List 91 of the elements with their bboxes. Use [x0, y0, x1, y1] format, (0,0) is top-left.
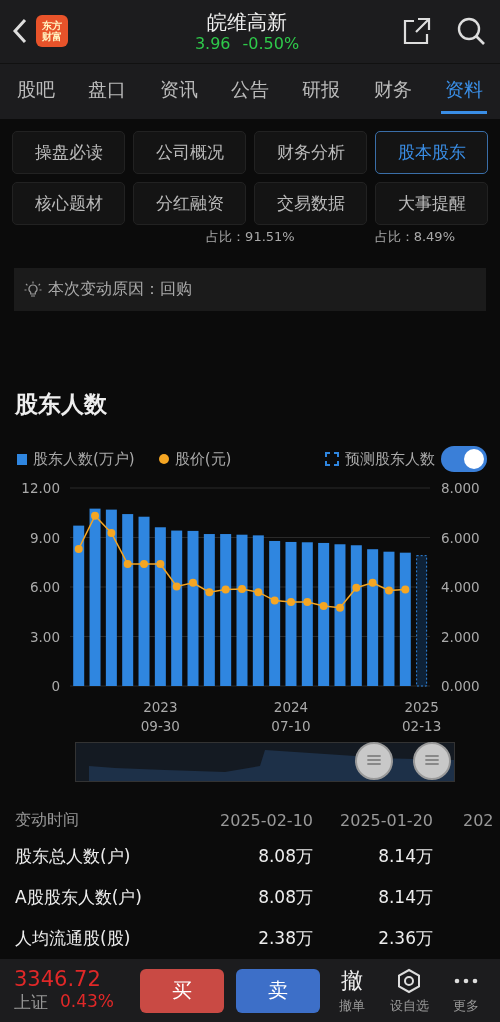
column-header: 2025-01-20 — [339, 810, 433, 830]
table-cell-text: A股股东人数(户) — [15, 886, 143, 910]
app-logo: 东方 财富 — [36, 15, 68, 48]
share-ratio: 占比：91.51% — [206, 228, 295, 247]
action-label[interactable]: 更多 — [452, 996, 479, 1015]
section-button[interactable]: 操盘必读 — [12, 130, 125, 174]
price-point — [287, 598, 295, 607]
sell-button[interactable]: 卖 — [236, 968, 320, 1013]
price-point — [238, 585, 246, 594]
tab[interactable]: 公告 — [226, 68, 273, 114]
axis-label: 9.00 — [29, 529, 60, 546]
index-value: 3346.72 — [14, 967, 102, 992]
table-cell-text: 8.08万 — [257, 845, 313, 869]
share-icon[interactable] — [402, 16, 432, 47]
table-cell-text: 8.14万 — [377, 886, 433, 910]
price-point — [319, 602, 328, 611]
forecast-icon — [325, 452, 339, 467]
table-cell-text: 8.14万 — [377, 845, 433, 869]
price-point — [91, 512, 100, 521]
column-header: 2025-02-10 — [219, 810, 313, 830]
price-point — [384, 586, 393, 595]
table-cell-text: 股东总人数(户) — [15, 845, 132, 869]
section-button[interactable]: 大事提醒 — [375, 181, 488, 225]
price-point — [172, 582, 181, 591]
section-button[interactable]: 公司概况 — [133, 130, 246, 174]
cancel-glyph-icon[interactable]: 撤 — [341, 966, 364, 995]
back-icon[interactable] — [12, 18, 28, 45]
hexagon-icon[interactable] — [396, 966, 422, 995]
action-label[interactable]: 撤单 — [339, 996, 366, 1015]
price-point — [140, 560, 148, 569]
axis-label: 0.000 — [441, 678, 480, 695]
price-point — [254, 588, 263, 597]
axis-label: 2.000 — [441, 628, 480, 645]
forecast-label: 预测股东人数 — [345, 449, 435, 469]
price-point — [74, 545, 83, 554]
buy-button[interactable]: 买 — [140, 968, 224, 1013]
price-point — [189, 579, 197, 588]
lightbulb-icon — [24, 280, 42, 299]
legend-marker — [158, 454, 169, 465]
column-header: 202 — [462, 810, 495, 830]
tab[interactable]: 研报 — [298, 68, 345, 114]
table-cell-text: 2.36万 — [377, 927, 433, 951]
legend-label: 股价(元) — [174, 449, 232, 469]
index-name: 上证 — [14, 991, 48, 1015]
axis-label: 4.000 — [441, 579, 480, 596]
table-cell-text: 8.08万 — [257, 886, 313, 910]
price-point — [221, 585, 230, 594]
stock-price: 3.96 — [194, 33, 231, 53]
legend-label: 股东人数(万户) — [33, 449, 135, 469]
axis-label: 0 — [51, 678, 60, 695]
price-point — [352, 584, 361, 593]
price-point — [336, 604, 344, 613]
date-label: 2023 09-30 — [139, 698, 181, 737]
date-label: 2025 02-13 — [401, 698, 443, 737]
legend-marker — [17, 453, 27, 465]
share-ratio: 占比：8.49% — [374, 228, 455, 247]
tab[interactable]: 资讯 — [155, 68, 202, 114]
tab[interactable]: 盘口 — [84, 68, 131, 114]
price-point — [368, 579, 377, 588]
axis-label: 12.00 — [21, 480, 60, 497]
stock-name: 皖维高新 — [207, 9, 287, 34]
price-change: -0.50% — [242, 33, 300, 53]
tab[interactable]: 财务 — [369, 68, 416, 114]
date-label: 2024 07-10 — [270, 698, 312, 737]
price-point — [123, 560, 132, 569]
section-button[interactable]: 分红融资 — [133, 181, 246, 225]
price-point — [156, 560, 165, 569]
search-icon[interactable] — [456, 16, 486, 47]
action-label[interactable]: 设自选 — [389, 996, 429, 1015]
price-point — [205, 588, 214, 597]
tab[interactable]: 资料 — [441, 68, 488, 114]
index-change: 0.43% — [60, 991, 114, 1014]
price-point — [303, 598, 312, 607]
forecast-toggle[interactable] — [441, 446, 487, 473]
table-cell-text: 人均流通股(股) — [15, 927, 132, 951]
column-header: 变动时间 — [15, 809, 80, 831]
axis-label: 6.000 — [441, 529, 480, 546]
price-point — [401, 585, 410, 594]
axis-label: 8.000 — [441, 480, 480, 497]
section-button[interactable]: 交易数据 — [254, 181, 367, 225]
section-button[interactable]: 财务分析 — [254, 130, 367, 174]
section-button[interactable]: 核心题材 — [12, 181, 125, 225]
section-title: 股东人数 — [15, 390, 108, 420]
axis-label: 3.00 — [29, 628, 60, 645]
reason-text: 本次变动原因：回购 — [48, 279, 192, 301]
axis-label: 6.00 — [29, 579, 60, 596]
tab[interactable]: 股吧 — [12, 68, 59, 114]
table-cell-text: 2.38万 — [257, 927, 313, 951]
price-point — [270, 596, 279, 605]
price-point — [107, 529, 116, 538]
section-button[interactable]: 股本股东 — [375, 130, 488, 174]
